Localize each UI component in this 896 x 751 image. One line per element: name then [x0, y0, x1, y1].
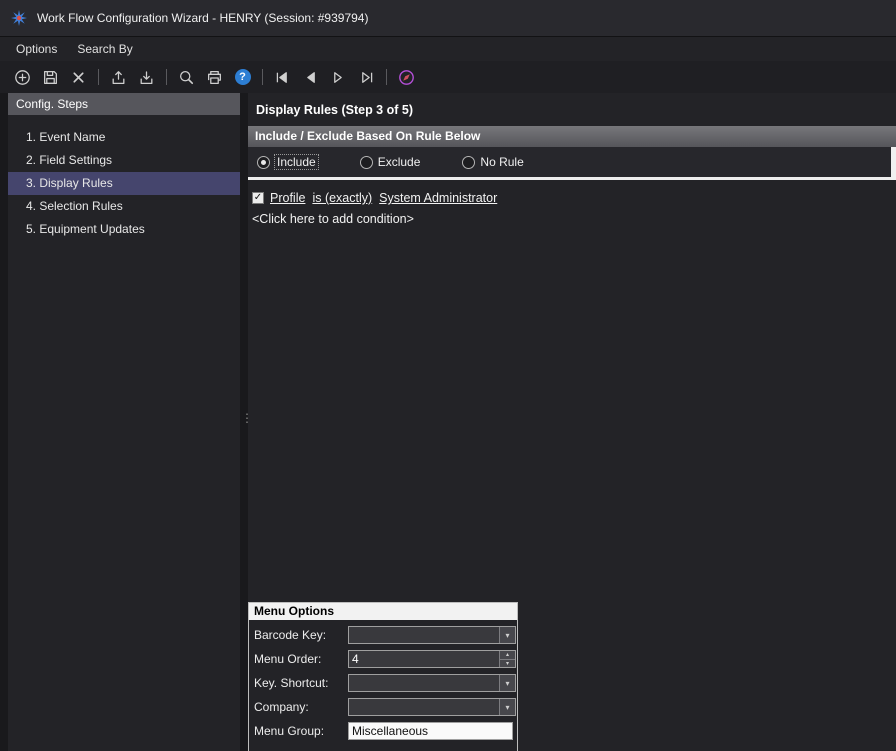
company-label: Company:	[254, 700, 348, 714]
menu-order-value: 4	[349, 651, 499, 667]
rule-section-header: Include / Exclude Based On Rule Below	[248, 126, 896, 147]
rule-radio-row: Include Exclude No Rule	[248, 147, 896, 177]
key-shortcut-row: Key. Shortcut: ▾	[254, 674, 513, 692]
menu-options-header: Menu Options	[249, 603, 517, 620]
key-shortcut-combo[interactable]: ▾	[348, 674, 516, 692]
barcode-key-row: Barcode Key: ▾	[254, 626, 513, 644]
condition-checkbox[interactable]: ✓	[252, 192, 264, 204]
toolbar-separator	[262, 69, 263, 85]
splitter[interactable]: ⋮	[240, 93, 248, 751]
company-row: Company: ▾	[254, 698, 513, 716]
combo-value	[349, 627, 499, 643]
combo-value	[349, 675, 499, 691]
previous-record-icon	[302, 69, 319, 86]
save-icon	[42, 69, 59, 86]
app-window: Work Flow Configuration Wizard - HENRY (…	[0, 0, 896, 751]
sidebar-item-field-settings[interactable]: 2. Field Settings	[8, 149, 240, 172]
sidebar-item-selection-rules[interactable]: 4. Selection Rules	[8, 195, 240, 218]
titlebar: Work Flow Configuration Wizard - HENRY (…	[0, 0, 896, 37]
panel-scrollbar[interactable]	[891, 147, 896, 180]
menubar: Options Search By	[0, 37, 896, 61]
sidebar: Config. Steps 1. Event Name 2. Field Set…	[8, 93, 240, 751]
export-button[interactable]	[106, 65, 131, 89]
conditions-list: ✓ Profile is (exactly) System Administra…	[248, 180, 896, 226]
barcode-key-combo[interactable]: ▾	[348, 626, 516, 644]
chevron-down-icon[interactable]: ▾	[499, 627, 515, 643]
first-record-button[interactable]	[270, 65, 295, 89]
add-button[interactable]	[10, 65, 35, 89]
check-icon: ✓	[254, 193, 262, 203]
previous-record-button[interactable]	[298, 65, 323, 89]
print-button[interactable]	[202, 65, 227, 89]
radio-exclude[interactable]: Exclude	[360, 155, 421, 169]
radio-button-icon	[360, 156, 373, 169]
chevron-down-icon[interactable]: ▾	[499, 699, 515, 715]
radio-button-icon	[257, 156, 270, 169]
sidebar-item-equipment-updates[interactable]: 5. Equipment Updates	[8, 218, 240, 241]
barcode-key-label: Barcode Key:	[254, 628, 348, 642]
menu-options[interactable]: Options	[6, 37, 67, 61]
menu-options-group: Menu Options Barcode Key: ▾ Menu Order: …	[248, 602, 518, 751]
condition-row: ✓ Profile is (exactly) System Administra…	[252, 189, 896, 207]
spin-up-icon[interactable]: ▴	[500, 651, 515, 659]
search-button[interactable]	[174, 65, 199, 89]
delete-icon	[70, 69, 87, 86]
navigator-compass-icon	[398, 69, 415, 86]
toolbar-separator	[98, 69, 99, 85]
company-combo[interactable]: ▾	[348, 698, 516, 716]
first-record-icon	[274, 69, 291, 86]
add-icon	[14, 69, 31, 86]
page-title: Display Rules (Step 3 of 5)	[256, 103, 896, 117]
help-icon: ?	[235, 69, 251, 85]
help-button[interactable]: ?	[230, 65, 255, 89]
menu-group-row: Menu Group:	[254, 722, 513, 740]
menu-order-stepper[interactable]: 4 ▴ ▾	[348, 650, 516, 668]
import-button[interactable]	[134, 65, 159, 89]
menu-search-by[interactable]: Search By	[67, 37, 142, 61]
toolbar-separator	[386, 69, 387, 85]
radio-include[interactable]: Include	[257, 155, 318, 169]
condition-field-link[interactable]: Profile	[270, 191, 305, 205]
last-record-icon	[358, 69, 375, 86]
next-record-icon	[330, 69, 347, 86]
menu-order-label: Menu Order:	[254, 652, 348, 666]
radio-no-rule[interactable]: No Rule	[462, 155, 523, 169]
spin-down-icon[interactable]: ▾	[500, 659, 515, 668]
delete-button[interactable]	[66, 65, 91, 89]
toolbar: ?	[0, 61, 896, 93]
navigator-button[interactable]	[394, 65, 419, 89]
spinner-buttons: ▴ ▾	[499, 651, 515, 667]
radio-exclude-label: Exclude	[378, 155, 421, 169]
sidebar-header: Config. Steps	[8, 93, 240, 115]
radio-button-icon	[462, 156, 475, 169]
import-icon	[138, 69, 155, 86]
key-shortcut-label: Key. Shortcut:	[254, 676, 348, 690]
menu-group-input[interactable]	[348, 722, 513, 740]
radio-no-rule-label: No Rule	[480, 155, 523, 169]
sidebar-item-display-rules[interactable]: 3. Display Rules	[8, 172, 240, 195]
sidebar-item-event-name[interactable]: 1. Event Name	[8, 126, 240, 149]
toolbar-separator	[166, 69, 167, 85]
chevron-down-icon[interactable]: ▾	[499, 675, 515, 691]
menu-order-row: Menu Order: 4 ▴ ▾	[254, 650, 513, 668]
main-panel: Display Rules (Step 3 of 5) Include / Ex…	[248, 93, 896, 751]
export-icon	[110, 69, 127, 86]
search-icon	[178, 69, 195, 86]
combo-value	[349, 699, 499, 715]
window-body: Config. Steps 1. Event Name 2. Field Set…	[0, 93, 896, 751]
condition-operator-link[interactable]: is (exactly)	[312, 191, 372, 205]
help-glyph: ?	[239, 71, 246, 83]
save-button[interactable]	[38, 65, 63, 89]
print-icon	[206, 69, 223, 86]
window-title: Work Flow Configuration Wizard - HENRY (…	[37, 11, 368, 25]
add-condition-link[interactable]: <Click here to add condition>	[252, 212, 896, 226]
radio-include-label: Include	[275, 155, 318, 169]
last-record-button[interactable]	[354, 65, 379, 89]
next-record-button[interactable]	[326, 65, 351, 89]
menu-group-label: Menu Group:	[254, 724, 348, 738]
condition-value-link[interactable]: System Administrator	[379, 191, 497, 205]
app-icon	[10, 9, 28, 27]
rule-panel: Include / Exclude Based On Rule Below In…	[248, 126, 896, 226]
